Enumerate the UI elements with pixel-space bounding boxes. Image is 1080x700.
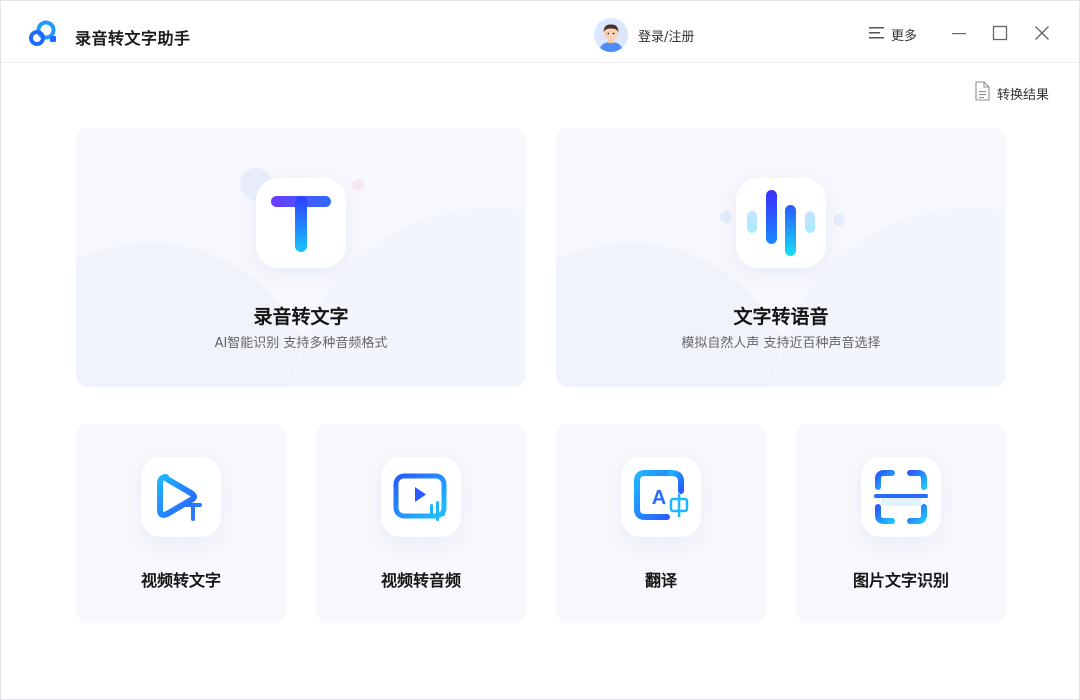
minimize-icon[interactable] xyxy=(947,21,971,45)
video-to-text-icon xyxy=(141,457,221,537)
decor-dot xyxy=(352,179,364,191)
card-translate[interactable]: A 翻译 xyxy=(556,424,766,623)
card-image-ocr[interactable]: 图片文字识别 xyxy=(796,424,1006,623)
card-video-to-text[interactable]: 视频转文字 xyxy=(76,424,286,623)
card-title: 图片文字识别 xyxy=(796,567,1006,591)
card-title: 视频转音频 xyxy=(316,567,526,591)
maximize-icon[interactable] xyxy=(988,21,1012,45)
decor-dot xyxy=(720,211,732,223)
card-title: 视频转文字 xyxy=(76,567,286,591)
card-title: 录音转文字 xyxy=(76,302,526,329)
app-window: 录音转文字助手 登录/注册 xyxy=(0,0,1080,700)
more-menu-button[interactable]: 更多 xyxy=(869,25,917,44)
translate-icon: A xyxy=(621,457,701,537)
card-subtitle: AI智能识别 支持多种音频格式 xyxy=(76,332,526,351)
card-title: 文字转语音 xyxy=(556,302,1006,329)
more-label[interactable]: 更多 xyxy=(891,25,917,44)
conversion-results-button[interactable]: 转换结果 xyxy=(973,81,1049,105)
title-bar: 录音转文字助手 登录/注册 xyxy=(1,1,1079,63)
login-label[interactable]: 登录/注册 xyxy=(638,26,694,45)
menu-icon[interactable] xyxy=(869,25,885,44)
video-to-audio-icon xyxy=(381,457,461,537)
card-video-to-audio[interactable]: 视频转音频 xyxy=(316,424,526,623)
decor-dot xyxy=(833,214,845,226)
card-audio-to-text[interactable]: 录音转文字 AI智能识别 支持多种音频格式 xyxy=(76,128,526,387)
close-icon[interactable] xyxy=(1030,21,1054,45)
svg-text:A: A xyxy=(652,487,666,509)
login-register-button[interactable]: 登录/注册 xyxy=(594,18,694,52)
app-logo-icon xyxy=(25,16,61,52)
app-title: 录音转文字助手 xyxy=(75,25,191,49)
scan-icon xyxy=(861,457,941,537)
card-text-to-speech[interactable]: 文字转语音 模拟自然人声 支持近百种声音选择 xyxy=(556,128,1006,387)
avatar[interactable] xyxy=(594,18,628,52)
sound-wave-icon xyxy=(736,178,826,268)
document-icon[interactable] xyxy=(973,81,991,105)
text-t-icon xyxy=(256,178,346,268)
card-title: 翻译 xyxy=(556,567,766,591)
results-label[interactable]: 转换结果 xyxy=(997,84,1049,103)
card-subtitle: 模拟自然人声 支持近百种声音选择 xyxy=(556,332,1006,351)
